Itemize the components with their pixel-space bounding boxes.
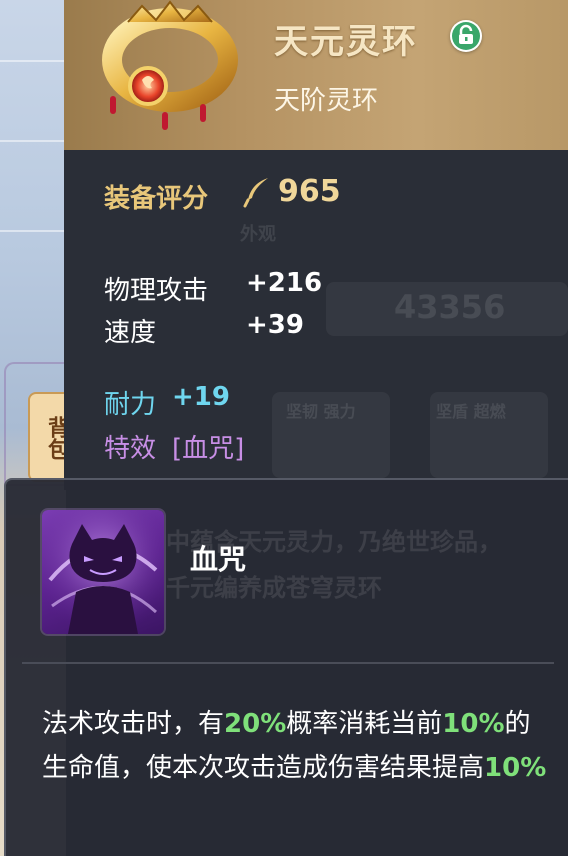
desc-part-1: 法术攻击时，有 [42, 709, 225, 739]
stat-value-physical-attack: +216 [246, 268, 323, 298]
item-name: 天元灵环 [274, 22, 418, 62]
skill-tooltip: 中蕴含天元灵力，乃绝世珍品， 千元编养成苍穹灵环 血咒 法术攻击时，有20%概率… [4, 478, 568, 856]
desc-dmg-pct: 10% [484, 753, 547, 783]
power-ghost: 43356 [394, 288, 506, 326]
item-detail-panel: 外观 43356 坚韧 强力 坚盾 超燃 天元灵环 天阶灵环 装备评分 965 … [64, 0, 568, 490]
desc-part-2: 概率消耗当前 [286, 709, 443, 739]
skill-description: 法术攻击时，有20%概率消耗当前10%的生命值，使本次攻击造成伤害结果提高10% [42, 702, 556, 790]
stat-label-endurance: 耐力 [104, 390, 157, 420]
quill-icon [243, 178, 268, 208]
desc-chance: 20% [224, 709, 287, 739]
card-ghost-1-label: 坚韧 强力 [286, 402, 356, 421]
divider [22, 662, 554, 664]
appearance-ghost: 外观 [240, 224, 276, 245]
stat-label-speed: 速度 [104, 318, 157, 348]
stat-value-endurance: +19 [172, 382, 230, 412]
item-header: 天元灵环 天阶灵环 [64, 0, 568, 150]
lock-toggle-button[interactable] [450, 20, 482, 52]
item-tier: 天阶灵环 [274, 86, 379, 116]
skill-name: 血咒 [190, 543, 247, 576]
stat-value-speed: +39 [246, 310, 304, 340]
bag-tab[interactable]: 背包 [28, 392, 69, 482]
cursed-cat-icon [42, 510, 164, 634]
equipment-score-label: 装备评分 [104, 184, 209, 214]
unlock-icon [452, 22, 480, 50]
golden-ring-icon [102, 0, 238, 130]
effect-value[interactable]: [血咒] [172, 428, 244, 465]
card-ghost-2-label: 坚盾 超燃 [436, 402, 506, 421]
desc-hp-pct: 10% [442, 709, 505, 739]
equipment-score-value: 965 [278, 174, 341, 209]
effect-label: 特效 [104, 434, 157, 464]
stat-label-physical-attack: 物理攻击 [104, 276, 209, 306]
